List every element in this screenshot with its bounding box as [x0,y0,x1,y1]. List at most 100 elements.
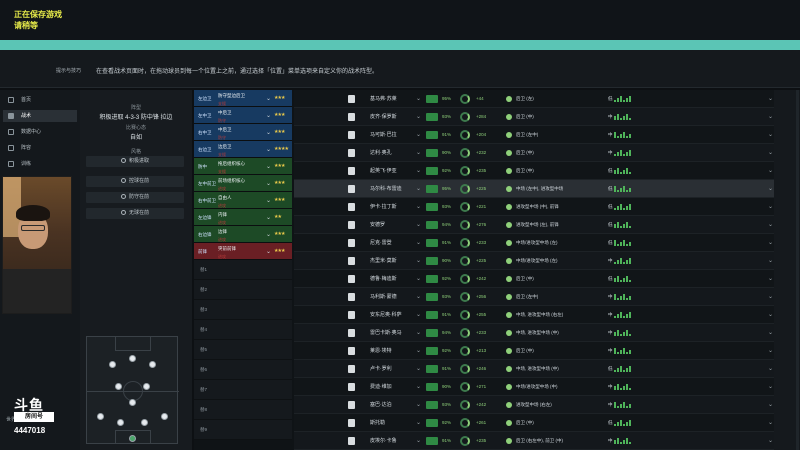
row-chevron-icon[interactable]: ⌄ [768,396,773,414]
role-slot[interactable]: 左中卫 中后卫 防守 ⌄ ★★★ [194,107,292,124]
table-row[interactable]: 安东尼奥·科萨 ⌄ 91% +255 中场, 进攻型中场 (右左) 中 ⌄ [294,306,774,324]
row-chevron-icon[interactable]: ⌄ [768,414,773,432]
sub-slot[interactable]: 替9 [194,420,292,440]
chevron-down-icon[interactable]: ⌄ [416,288,421,306]
nav-item-training[interactable]: 训练 [3,158,77,170]
sub-slot[interactable]: 替8 [194,400,292,420]
chevron-down-icon[interactable]: ⌄ [416,108,421,126]
chevron-down-icon[interactable]: ⌄ [266,180,271,187]
table-row[interactable]: 斯托勒 ⌄ 92% +261 后卫 (中) 低 ⌄ [294,414,774,432]
instruction-button-off-ball[interactable]: 无球在前 [86,208,184,219]
table-row[interactable]: 费迪·维加 ⌄ 90% +271 中场/进攻型中场 (中) 中 ⌄ [294,378,774,396]
table-row[interactable]: 杰里米·莫斯 ⌄ 90% +225 中场/进攻型中场 (左) 中 ⌄ [294,252,774,270]
table-row[interactable]: 起英飞·伊亚 ⌄ 92% +235 后卫 (中) 低 ⌄ [294,162,774,180]
nav-item-tactics[interactable]: 战术 [3,110,77,122]
chevron-down-icon[interactable]: ⌄ [416,432,421,450]
sub-slot[interactable]: 替2 [194,280,292,300]
pitch-player-lcb[interactable] [117,419,124,426]
row-chevron-icon[interactable]: ⌄ [768,90,773,108]
instruction-button-defence[interactable]: 防守在前 [86,192,184,203]
sub-slot[interactable]: 替1 [194,260,292,280]
chevron-down-icon[interactable]: ⌄ [266,197,271,204]
mentality-select[interactable]: 自如 [86,132,186,141]
pitch-player-gk[interactable] [129,435,136,442]
style-select[interactable]: 积极进取 [86,156,184,167]
role-slot[interactable]: 右边卫 边后卫 支援 ⌄ ★★★★ [194,141,292,158]
table-row[interactable]: 塞巴·达泊 ⌄ 93% +242 进攻型中场 (右左) 中 ⌄ [294,396,774,414]
chevron-down-icon[interactable]: ⌄ [416,162,421,180]
table-row[interactable]: 德鲁·梅迪斯 ⌄ 92% +242 后卫 (中) 低 ⌄ [294,270,774,288]
chevron-down-icon[interactable]: ⌄ [266,95,271,102]
table-row[interactable]: 伊卡·拉丁斯 ⌄ 93% +221 进攻型中场 (中), 前锋低 ⌄ [294,198,774,216]
row-chevron-icon[interactable]: ⌄ [768,126,773,144]
chevron-down-icon[interactable]: ⌄ [266,163,271,170]
sub-slot[interactable]: 替4 [194,320,292,340]
sub-slot[interactable]: 替6 [194,360,292,380]
table-row[interactable]: 马利斯·蒙德 ⌄ 93% +256 后卫 (左中) 中 ⌄ [294,288,774,306]
chevron-down-icon[interactable]: ⌄ [416,216,421,234]
sub-slot[interactable]: 替5 [194,340,292,360]
pitch-player-lcm[interactable] [115,383,122,390]
row-chevron-icon[interactable]: ⌄ [768,198,773,216]
table-row[interactable]: 基马弗·苏莱 ⌄ 95% +44 后卫 (左) 低 ⌄ [294,90,774,108]
chevron-down-icon[interactable]: ⌄ [266,129,271,136]
row-chevron-icon[interactable]: ⌄ [768,324,773,342]
instruction-button-possession[interactable]: 控球在前 [86,176,184,187]
table-row[interactable]: 皮齐·保罗斯 ⌄ 93% +284 后卫 (中) 中 ⌄ [294,108,774,126]
pitch-player-rb[interactable] [161,413,168,420]
sub-slot[interactable]: 替7 [194,380,292,400]
chevron-down-icon[interactable]: ⌄ [266,231,271,238]
pitch-player-dm[interactable] [129,399,136,406]
chevron-down-icon[interactable]: ⌄ [416,378,421,396]
chevron-down-icon[interactable]: ⌄ [416,198,421,216]
pitch-player-lw[interactable] [109,361,116,368]
chevron-down-icon[interactable]: ⌄ [416,144,421,162]
row-chevron-icon[interactable]: ⌄ [768,180,773,198]
role-slot[interactable]: 防中 拖后组织核心 支援 ⌄ ★★★ [194,158,292,175]
role-slot[interactable]: 右边锋 边锋 进攻 ⌄ ★★★ [194,226,292,243]
row-chevron-icon[interactable]: ⌄ [768,288,773,306]
row-chevron-icon[interactable]: ⌄ [768,270,773,288]
sub-slot[interactable]: 替3 [194,300,292,320]
table-row[interactable]: 马尔科·布雷迪 ⌄ 95% +225 中场 (左中), 进攻型中场低 ⌄ [294,180,774,198]
scrollbar[interactable] [796,90,799,450]
chevron-down-icon[interactable]: ⌄ [266,146,271,153]
pitch-player-rcb[interactable] [141,419,148,426]
table-row[interactable]: 马可斯·巴拉 ⌄ 91% +204 后卫 (左中) 中 ⌄ [294,126,774,144]
chevron-down-icon[interactable]: ⌄ [266,214,271,221]
role-slot[interactable]: 左边锋 内锋 进攻 ⌄ ★★ [194,209,292,226]
chevron-down-icon[interactable]: ⌄ [416,234,421,252]
role-slot[interactable]: 右中前卫 自由人 进攻 ⌄ ★★★ [194,192,292,209]
row-chevron-icon[interactable]: ⌄ [768,108,773,126]
nav-item-squad[interactable]: 阵容 [3,142,77,154]
row-chevron-icon[interactable]: ⌄ [768,234,773,252]
chevron-down-icon[interactable]: ⌄ [416,252,421,270]
pitch-player-rcm[interactable] [143,383,150,390]
table-row[interactable]: 卢卡·罗利 ⌄ 91% +246 中场, 进攻型中场 (中) 低 ⌄ [294,360,774,378]
table-row[interactable]: 雷巴卡斯·奥马 ⌄ 94% +233 中场, 进攻型中场 (中) 中 ⌄ [294,324,774,342]
table-row[interactable]: 尼克·雷登 ⌄ 91% +233 中场/进攻型中场 (左) 低 ⌄ [294,234,774,252]
chevron-down-icon[interactable]: ⌄ [416,270,421,288]
row-chevron-icon[interactable]: ⌄ [768,360,773,378]
chevron-down-icon[interactable]: ⌄ [416,342,421,360]
chevron-down-icon[interactable]: ⌄ [416,414,421,432]
row-chevron-icon[interactable]: ⌄ [768,216,773,234]
table-row[interactable]: 皮埃尔·卡鲁 ⌄ 91% +235 后卫 (右左中), 前卫 (中) 中 ⌄ [294,432,774,450]
row-chevron-icon[interactable]: ⌄ [768,252,773,270]
chevron-down-icon[interactable]: ⌄ [416,126,421,144]
nav-item-home[interactable]: 首页 [3,94,77,106]
chevron-down-icon[interactable]: ⌄ [416,324,421,342]
chevron-down-icon[interactable]: ⌄ [266,248,271,255]
pitch-player-rw[interactable] [149,361,156,368]
row-chevron-icon[interactable]: ⌄ [768,342,773,360]
row-chevron-icon[interactable]: ⌄ [768,162,773,180]
chevron-down-icon[interactable]: ⌄ [416,90,421,108]
row-chevron-icon[interactable]: ⌄ [768,306,773,324]
pitch-player-lb[interactable] [97,413,104,420]
chevron-down-icon[interactable]: ⌄ [266,112,271,119]
formation-select[interactable]: 积极进取 4-3-3 防中锋 拉边 [86,112,186,121]
role-slot[interactable]: 前锋 突前前锋 进攻 ⌄ ★★★ [194,243,292,260]
table-row[interactable]: 安德罗 ⌄ 94% +276 进攻型中场 (左), 前锋低 ⌄ [294,216,774,234]
pitch-player-st[interactable] [129,355,136,362]
chevron-down-icon[interactable]: ⌄ [416,396,421,414]
